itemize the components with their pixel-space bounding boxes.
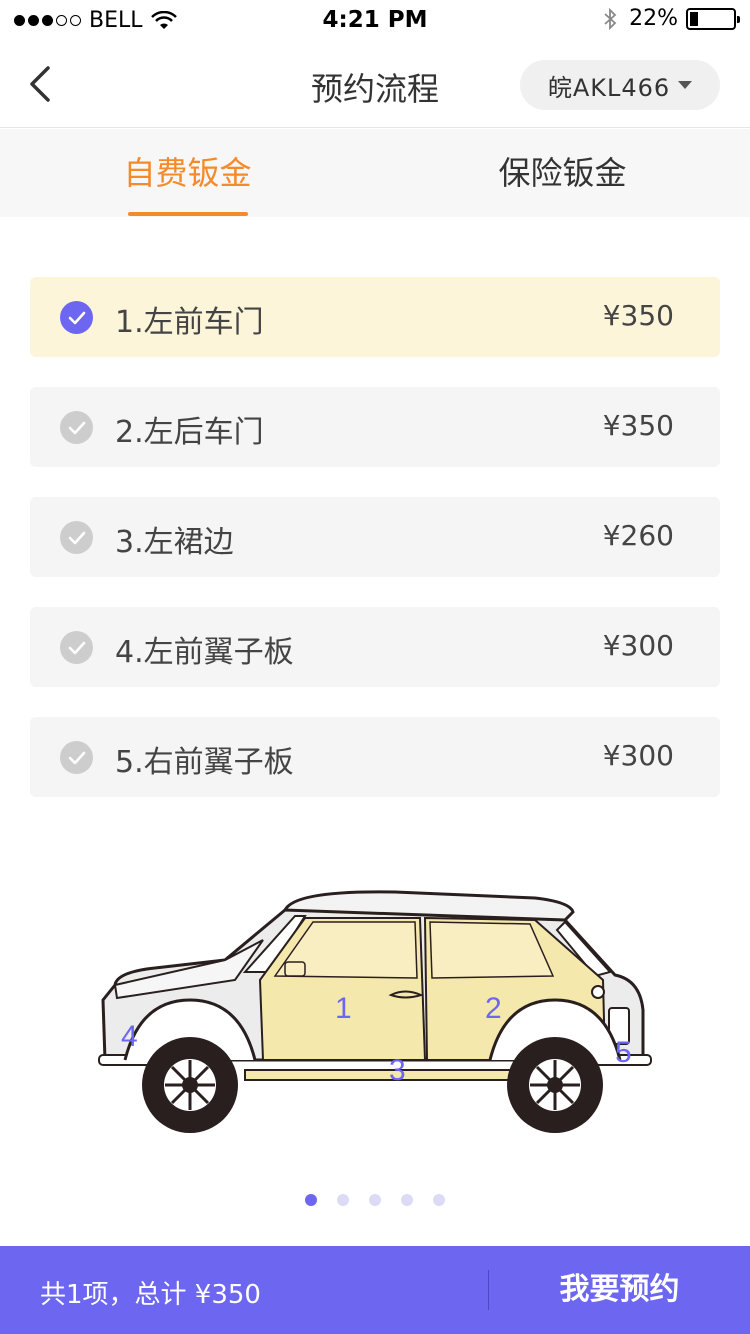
plate-selector[interactable]: 皖AKL466 <box>520 60 720 110</box>
check-icon <box>60 411 93 444</box>
repair-item[interactable]: 1.左前车门 ¥350 <box>30 277 720 357</box>
repair-item-label: 1.左前车门 <box>115 305 264 340</box>
tab-active-indicator <box>128 212 248 216</box>
car-label-1[interactable]: 1 <box>335 992 352 1026</box>
repair-item-price: ¥300 <box>602 629 674 662</box>
tab-self-pay[interactable]: 自费钣金 <box>0 129 375 217</box>
pager-dot[interactable] <box>401 1194 413 1206</box>
bluetooth-icon <box>604 7 617 30</box>
plate-number: 皖AKL466 <box>547 73 671 102</box>
repair-item-label: 3.左裙边 <box>115 525 234 560</box>
pager-dot[interactable] <box>369 1194 381 1206</box>
repair-item-price: ¥260 <box>602 519 674 552</box>
repair-item[interactable]: 2.左后车门 ¥350 <box>30 387 720 467</box>
order-summary: 共1项，总计 ¥350 <box>40 1280 261 1310</box>
pager-dots <box>0 1194 750 1206</box>
check-icon <box>60 521 93 554</box>
battery-percent: 22% <box>629 6 678 31</box>
car-label-2[interactable]: 2 <box>485 992 502 1026</box>
repair-item-label: 2.左后车门 <box>115 415 264 450</box>
car-label-5[interactable]: 5 <box>615 1036 632 1070</box>
book-button[interactable]: 我要预约 <box>489 1246 750 1334</box>
repair-item-price: ¥350 <box>602 409 674 442</box>
repair-item[interactable]: 5.右前翼子板 ¥300 <box>30 717 720 797</box>
repair-item-label: 4.左前翼子板 <box>115 635 294 670</box>
repair-item-price: ¥350 <box>602 299 674 332</box>
repair-item[interactable]: 3.左裙边 ¥260 <box>30 497 720 577</box>
caret-down-icon <box>678 81 693 89</box>
pager-dot[interactable] <box>433 1194 445 1206</box>
tab-bar: 自费钣金 保险钣金 <box>0 129 750 217</box>
battery-icon <box>686 7 740 30</box>
bottom-bar: 共1项，总计 ¥350 我要预约 <box>0 1246 750 1334</box>
tab-insurance[interactable]: 保险钣金 <box>375 129 750 217</box>
repair-item[interactable]: 4.左前翼子板 ¥300 <box>30 607 720 687</box>
car-diagram: 1 2 3 4 5 <box>95 880 655 1140</box>
car-illustration <box>98 890 652 1133</box>
check-icon <box>60 631 93 664</box>
status-right: 22% <box>603 6 740 31</box>
car-label-3[interactable]: 3 <box>389 1054 406 1088</box>
repair-item-list: 1.左前车门 ¥350 2.左后车门 ¥350 3.左裙边 ¥260 4.左前翼… <box>30 277 720 827</box>
nav-bar: 预约流程 皖AKL466 <box>0 40 750 128</box>
status-bar: BELL 4:21 PM 22% <box>0 0 750 40</box>
pager-dot[interactable] <box>337 1194 349 1206</box>
check-icon <box>60 301 93 334</box>
repair-item-price: ¥300 <box>602 739 674 772</box>
repair-item-label: 5.右前翼子板 <box>115 745 294 780</box>
car-label-4[interactable]: 4 <box>121 1020 138 1054</box>
pager-dot[interactable] <box>305 1194 317 1206</box>
check-icon <box>60 741 93 774</box>
